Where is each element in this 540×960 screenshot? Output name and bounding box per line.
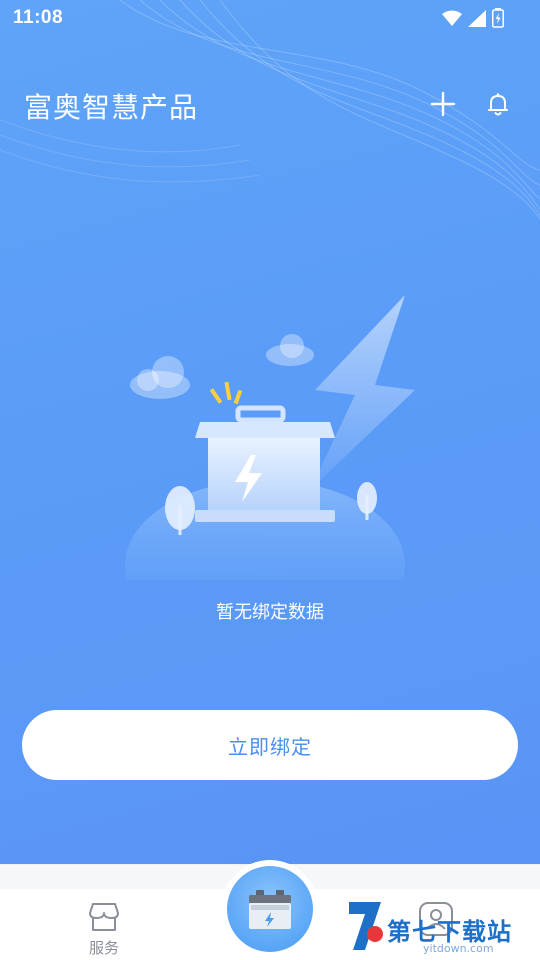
empty-state-message: 暂无绑定数据: [216, 602, 324, 623]
nav-item-battery[interactable]: [227, 866, 313, 952]
status-time: 11:08: [13, 7, 64, 28]
bind-now-button[interactable]: 立即绑定: [22, 710, 518, 780]
add-button[interactable]: [427, 88, 459, 120]
service-store-icon: [89, 903, 119, 931]
app-screen: 11:08 富奥智慧产品 暂无绑定数据 立即绑定: [0, 0, 540, 960]
nav-item-service[interactable]: 服务: [64, 895, 144, 959]
plus-icon: [430, 91, 456, 117]
battery-charging-icon: [492, 8, 504, 33]
empty-battery-illustration: [125, 295, 415, 580]
battery-icon: [249, 890, 291, 929]
nav-label-service: 服务: [88, 939, 119, 957]
notification-button[interactable]: [482, 88, 514, 120]
bell-icon: [488, 93, 508, 116]
app-header: 富奥智慧产品: [0, 78, 540, 128]
status-bar: 11:08: [0, 0, 540, 36]
site-watermark: 第七下载站 yitdown.com: [343, 890, 540, 960]
page-title: 富奥智慧产品: [24, 91, 199, 124]
header-wave-decoration: [0, 0, 540, 220]
status-icons: [442, 8, 504, 33]
wifi-icon: [442, 10, 462, 32]
watermark-logo-icon: [349, 902, 383, 950]
signal-icon: [468, 9, 486, 32]
watermark-url: yitdown.com: [423, 942, 494, 955]
